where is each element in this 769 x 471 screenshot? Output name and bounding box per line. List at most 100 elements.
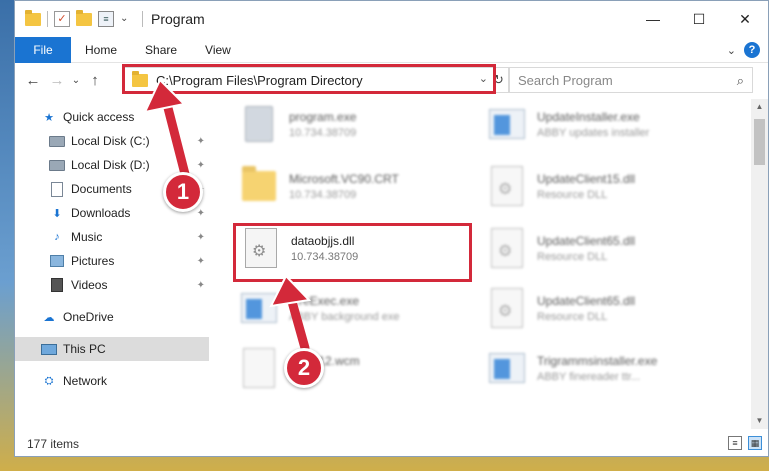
sidebar-item-label: OneDrive (63, 310, 114, 324)
tab-share[interactable]: Share (131, 37, 191, 63)
step-2-badge: 2 (284, 348, 324, 388)
picture-icon (49, 253, 65, 269)
list-item[interactable]: program.exe 10.734.38709 (235, 99, 455, 149)
list-item[interactable]: ...WP12.wcm ...le (235, 343, 455, 393)
file-icon (235, 344, 283, 392)
new-folder-icon[interactable] (76, 9, 92, 26)
help-icon[interactable]: ? (744, 42, 760, 58)
file-name: Microsoft.VC90.CRT (289, 171, 399, 186)
application-icon (235, 284, 283, 332)
file-name: UpdateInstaller.exe (537, 109, 640, 124)
tab-home[interactable]: Home (71, 37, 131, 63)
file-description: Resource DLL (537, 250, 608, 263)
sidebar-item-quick-access[interactable]: ★ Quick access (15, 105, 209, 129)
pin-icon[interactable]: ✦ (197, 232, 205, 243)
file-name: Trigrammsinstaller.exe (537, 353, 658, 368)
list-item[interactable]: ⚙ UpdateClient65.dll Resource DLL (483, 223, 703, 273)
close-button[interactable]: ✕ (722, 1, 768, 37)
back-button[interactable]: ← (21, 72, 45, 89)
large-icons-view-icon[interactable]: ▦ (748, 436, 762, 450)
address-bar-highlight (122, 64, 496, 94)
ribbon: File Home Share View ⌄ ? (15, 36, 768, 63)
scroll-down-arrow-icon[interactable]: ▼ (751, 413, 768, 429)
computer-icon (41, 341, 57, 357)
sidebar-item-local-disk-c[interactable]: Local Disk (C:) ✦ (15, 129, 209, 153)
tab-view[interactable]: View (191, 37, 245, 63)
list-item[interactable]: UpdateInstaller.exe ABBY updates install… (483, 99, 703, 149)
forward-button[interactable]: → (45, 72, 69, 89)
search-placeholder: Search Program (518, 72, 613, 88)
sidebar-item-label: Pictures (71, 254, 115, 268)
folder-icon[interactable] (25, 9, 41, 26)
list-item[interactable]: ⚙ UpdateClient15.dll Resource DLL (483, 161, 703, 211)
file-name: UpdateClient65.dll (537, 293, 636, 308)
disk-icon (49, 157, 65, 173)
quick-access-toolbar: ✓ ≡ ⌄ (15, 9, 143, 27)
list-item[interactable]: ⚙ UpdateClient65.dll Resource DLL (483, 283, 703, 333)
video-icon (49, 277, 65, 293)
step-1-badge: 1 (163, 172, 203, 212)
window-controls: — ☐ ✕ (630, 1, 768, 37)
folder-icon (235, 162, 283, 210)
file-tab[interactable]: File (15, 36, 71, 63)
file-description: Resource DLL (537, 188, 608, 201)
pin-icon[interactable]: ✦ (197, 280, 205, 291)
search-input[interactable]: Search Program ⌕ (509, 67, 753, 93)
sidebar-item-videos[interactable]: Videos ✦ (15, 273, 209, 297)
pin-icon[interactable]: ✦ (197, 208, 205, 219)
sidebar-item-label: Downloads (71, 206, 131, 220)
properties-icon[interactable]: ≡ (98, 11, 114, 27)
expand-ribbon-icon[interactable]: ⌄ (727, 44, 736, 57)
sidebar-item-label: Music (71, 230, 103, 244)
chevron-down-icon[interactable]: ⌄ (120, 11, 136, 27)
sidebar-item-this-pc[interactable]: This PC (15, 337, 209, 361)
application-icon (483, 344, 531, 392)
pin-icon[interactable]: ✦ (197, 160, 205, 171)
maximize-button[interactable]: ☐ (676, 1, 722, 37)
minimize-button[interactable]: — (630, 1, 676, 37)
scroll-up-arrow-icon[interactable]: ▲ (751, 99, 768, 115)
download-icon: ⬇ (52, 207, 62, 220)
sidebar-item-label: This PC (63, 342, 106, 356)
details-view-icon[interactable]: ≡ (728, 436, 742, 450)
application-icon (483, 100, 531, 148)
file-version: 10.734.38709 (289, 126, 357, 139)
list-item[interactable]: Microsoft.VC90.CRT 10.734.38709 (235, 161, 455, 211)
scroll-thumb[interactable] (754, 119, 765, 165)
file-description: ABBY updates installer (537, 126, 650, 139)
window-title: Program (151, 11, 205, 27)
pin-icon[interactable]: ✦ (197, 136, 205, 147)
status-bar: 177 items ≡ ▦ (15, 431, 768, 456)
ribbon-right-controls: ⌄ ? (727, 37, 760, 63)
pin-icon[interactable]: ✦ (197, 256, 205, 267)
file-description: ABBY finereader ttr... (537, 370, 641, 383)
music-icon: ♪ (54, 231, 60, 243)
sidebar-item-label: Videos (71, 278, 108, 292)
list-item[interactable]: ...reExec.exe ABBY background exe (235, 283, 455, 333)
navigation-pane: ★ Quick access Local Disk (C:) ✦ Local D… (15, 99, 211, 429)
sidebar-item-music[interactable]: ♪ Music ✦ (15, 225, 209, 249)
toolbar-separator (47, 11, 48, 27)
sidebar-item-label: Local Disk (C:) (71, 134, 150, 148)
recent-locations-button[interactable]: ⌄ (69, 75, 83, 86)
checkmark-icon[interactable]: ✓ (54, 11, 70, 27)
up-button[interactable]: ↑ (83, 72, 107, 89)
sidebar-item-pictures[interactable]: Pictures ✦ (15, 249, 209, 273)
sidebar-item-label: Documents (71, 182, 132, 196)
cloud-icon: ☁ (43, 311, 55, 324)
sidebar-item-label: Quick access (63, 110, 135, 124)
file-name: UpdateClient15.dll (537, 171, 636, 186)
sidebar-item-network[interactable]: ⛭ Network (15, 369, 209, 393)
file-name: ...reExec.exe (289, 293, 360, 308)
file-name: UpdateClient65.dll (537, 233, 636, 248)
star-icon: ★ (44, 111, 54, 124)
list-item[interactable]: Trigrammsinstaller.exe ABBY finereader t… (483, 343, 703, 393)
search-icon[interactable]: ⌕ (737, 73, 744, 89)
exe-icon (235, 100, 283, 148)
sidebar-item-onedrive[interactable]: ☁ OneDrive (15, 305, 209, 329)
file-description: ABBY background exe (289, 310, 400, 323)
sidebar-item-label: Local Disk (D:) (71, 158, 150, 172)
dll-file-icon: ⚙ (483, 162, 531, 210)
vertical-scrollbar[interactable]: ▲ ▼ (751, 99, 768, 429)
dll-file-icon: ⚙ (483, 284, 531, 332)
